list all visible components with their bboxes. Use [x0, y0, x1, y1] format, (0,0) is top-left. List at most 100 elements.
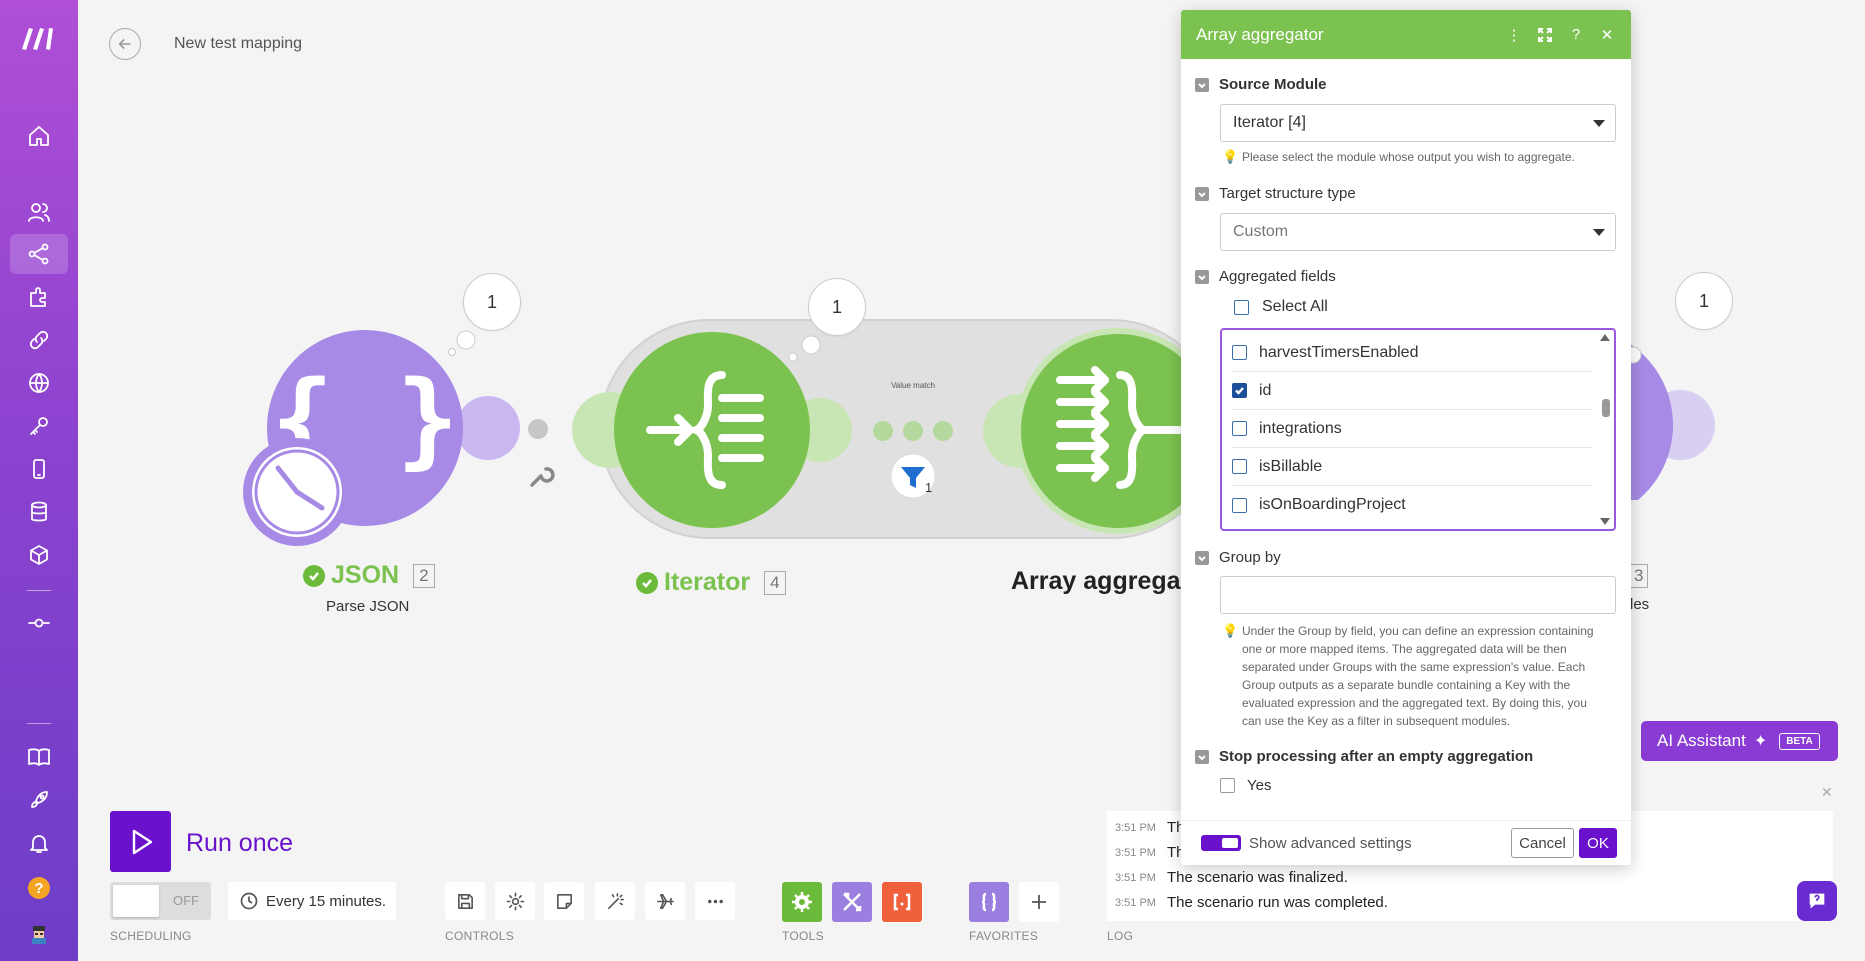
group-by-input[interactable] [1220, 576, 1616, 614]
collapse-icon[interactable] [1195, 550, 1209, 565]
save-icon [457, 893, 473, 909]
field-checkbox[interactable] [1232, 383, 1247, 398]
route-dot[interactable] [903, 421, 923, 441]
schedule-settings[interactable]: Every 15 minutes. [228, 882, 396, 920]
home-icon[interactable] [10, 116, 68, 156]
sidebar-divider [27, 723, 51, 724]
make-logo-icon[interactable] [19, 24, 59, 52]
group-by-section[interactable]: Group by [1195, 549, 1281, 566]
operations-bubble[interactable]: 1 [1675, 272, 1733, 330]
route-dot[interactable] [933, 421, 953, 441]
operations-bubble[interactable]: 1 [463, 273, 521, 331]
help-icon[interactable]: ? [28, 877, 50, 899]
scrollbar-thumb[interactable] [1602, 399, 1610, 417]
connections-icon[interactable] [10, 320, 68, 360]
help-docs-icon[interactable] [10, 737, 68, 777]
run-once-button[interactable] [110, 811, 171, 872]
select-all-row[interactable]: Select All [1234, 298, 1328, 316]
connector-dot[interactable] [528, 419, 548, 439]
plus-icon [1032, 895, 1046, 909]
field-checkbox[interactable] [1232, 345, 1247, 360]
field-item[interactable]: isOnBoardingProject [1232, 486, 1592, 524]
aggregated-fields-section[interactable]: Aggregated fields [1195, 268, 1336, 285]
auto-align-button[interactable] [595, 882, 635, 920]
scroll-down-icon[interactable] [1600, 518, 1610, 525]
field-item[interactable]: integrations [1232, 410, 1592, 448]
filter-label[interactable]: Value match [891, 381, 935, 390]
rocket-icon[interactable] [10, 780, 68, 820]
close-icon[interactable]: ✕ [1598, 26, 1616, 44]
source-module-section[interactable]: Source Module [1195, 76, 1327, 93]
ai-assistant-button[interactable]: AI Assistant ✦ BETA [1641, 721, 1838, 761]
field-item[interactable]: harvestTimersEnabled [1232, 334, 1592, 372]
add-favorite-button[interactable] [1019, 882, 1059, 922]
data-stores-icon[interactable] [10, 492, 68, 532]
chat-icon [1809, 893, 1825, 909]
chevron-down-icon [1593, 229, 1605, 236]
field-checkbox[interactable] [1232, 421, 1247, 436]
advanced-settings-toggle[interactable] [1201, 835, 1241, 851]
cancel-button[interactable]: Cancel [1511, 828, 1574, 858]
field-item[interactable]: id [1232, 372, 1592, 410]
maximize-icon[interactable] [1536, 26, 1554, 44]
select-all-checkbox[interactable] [1234, 299, 1249, 315]
devices-icon[interactable] [10, 449, 68, 489]
route-dot[interactable] [873, 421, 893, 441]
text-parser-tool[interactable] [882, 882, 922, 922]
back-button[interactable] [109, 28, 141, 60]
collapse-icon[interactable] [1195, 749, 1209, 764]
target-type-select[interactable]: Custom [1220, 213, 1616, 251]
chevron-down-icon [1593, 120, 1605, 127]
save-button[interactable] [445, 882, 485, 920]
target-type-section[interactable]: Target structure type [1195, 185, 1356, 202]
scenarios-icon[interactable] [10, 234, 68, 274]
more-options-button[interactable] [695, 882, 735, 920]
source-module-select[interactable]: Iterator [4] [1220, 104, 1616, 142]
aggregator-module-title[interactable]: Array aggrega [1011, 567, 1181, 596]
stop-processing-section[interactable]: Stop processing after an empty aggregati… [1195, 748, 1533, 765]
stop-processing-option[interactable]: Yes [1220, 777, 1271, 794]
log-close-icon[interactable]: ✕ [1821, 784, 1833, 801]
collapse-icon[interactable] [1195, 186, 1209, 201]
explain-flow-button[interactable] [645, 882, 685, 920]
data-structures-icon[interactable] [10, 535, 68, 575]
operations-bubble[interactable]: 1 [808, 278, 866, 336]
json-module-port[interactable] [456, 396, 520, 460]
yes-checkbox[interactable] [1220, 778, 1235, 793]
kebab-menu-icon[interactable]: ⋮ [1505, 26, 1523, 44]
scenario-canvas[interactable]: { } Value match 1 [78, 60, 1188, 620]
collapse-icon[interactable] [1195, 269, 1209, 284]
favorite-json-tool[interactable] [969, 882, 1009, 922]
wrench-icon[interactable] [530, 467, 555, 487]
scenario-title[interactable]: New test mapping [174, 35, 302, 53]
field-checkbox[interactable] [1232, 497, 1247, 513]
aggregated-fields-list[interactable]: harvestTimersEnabled id integrations isB… [1220, 328, 1616, 531]
field-item[interactable]: isBillable [1232, 448, 1592, 486]
tools-tool[interactable] [832, 882, 872, 922]
collapse-icon[interactable] [1195, 77, 1209, 92]
notifications-icon[interactable] [10, 823, 68, 863]
scenario-settings-button[interactable] [495, 882, 535, 920]
bubble-dot [456, 330, 476, 350]
iterator-module-title[interactable]: Iterator 4 [636, 568, 786, 597]
keys-icon[interactable] [10, 406, 68, 446]
team-icon[interactable] [10, 192, 68, 232]
notes-button[interactable] [544, 882, 584, 920]
ok-button[interactable]: OK [1579, 828, 1617, 858]
flow-control-icon[interactable] [10, 603, 68, 643]
scheduling-toggle[interactable]: OFF [110, 882, 211, 920]
templates-icon[interactable] [10, 277, 68, 317]
help-icon[interactable]: ? [1567, 26, 1585, 44]
support-chat-button[interactable] [1797, 881, 1837, 921]
sparkle-icon: ✦ [1753, 733, 1768, 750]
run-once-label[interactable]: Run once [186, 829, 293, 858]
log-time: 3:51 PM [1115, 821, 1156, 834]
field-checkbox[interactable] [1232, 459, 1247, 474]
webhooks-icon[interactable] [10, 363, 68, 403]
json-module-title[interactable]: JSON 2 [303, 561, 435, 590]
scroll-up-icon[interactable] [1600, 334, 1610, 341]
advanced-settings-label[interactable]: Show advanced settings [1249, 835, 1412, 852]
flow-control-tool[interactable] [782, 882, 822, 922]
iterator-module[interactable] [614, 332, 810, 528]
user-avatar-icon[interactable] [29, 924, 49, 944]
